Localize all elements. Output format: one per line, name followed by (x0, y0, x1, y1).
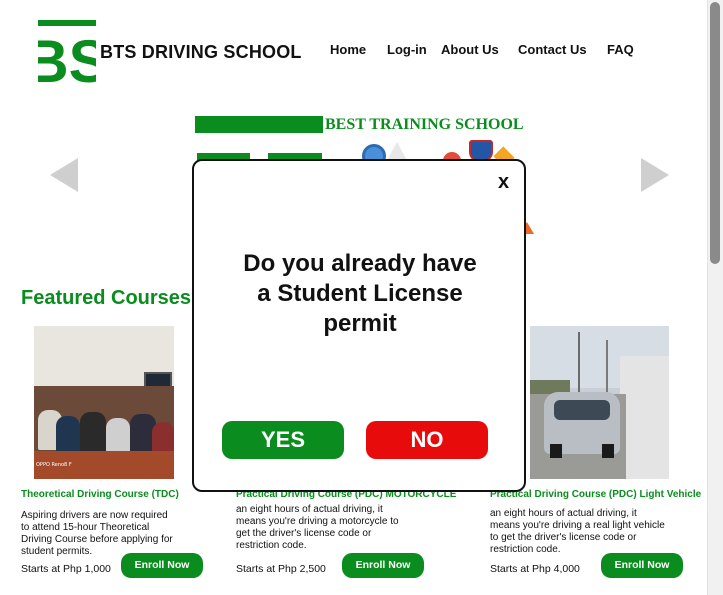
enroll-button-pdc-light-vehicle[interactable]: Enroll Now (601, 553, 683, 578)
course-price-tdc: Starts at Php 1,000 (21, 563, 111, 575)
arrow-left-icon[interactable] (50, 158, 78, 192)
course-title-pdc-light-vehicle: Practical Driving Course (PDC) Light Veh… (490, 489, 702, 500)
scrollbar-thumb[interactable] (710, 2, 720, 264)
enroll-button-pdc-motorcycle[interactable]: Enroll Now (342, 553, 424, 578)
nav-faq[interactable]: FAQ (607, 42, 634, 57)
nav-contact-us[interactable]: Contact Us (518, 42, 587, 57)
nav-login[interactable]: Log-in (387, 42, 427, 57)
course-photo-light-vehicle (530, 326, 669, 479)
enroll-button-tdc[interactable]: Enroll Now (121, 553, 203, 578)
course-photo-classroom: OPPO Reno8 F (34, 326, 174, 479)
nav-about-us[interactable]: About Us (441, 42, 499, 57)
featured-courses-title: Featured Courses (21, 287, 192, 309)
yes-button[interactable]: YES (222, 421, 344, 459)
logo-icon[interactable]: BS (38, 20, 96, 84)
banner-title: BEST TRAINING SCHOOL (325, 116, 524, 133)
nav-home[interactable]: Home (330, 42, 366, 57)
arrow-right-icon[interactable] (641, 158, 669, 192)
student-license-modal: x Do you already have a Student License … (192, 159, 526, 492)
banner-green-bar (195, 116, 323, 133)
modal-question: Do you already have a Student License pe… (243, 250, 477, 337)
brand-name: BTS DRIVING SCHOOL (100, 42, 302, 62)
course-desc-pdc-light-vehicle: an eight hours of actual driving, it mea… (490, 508, 665, 555)
course-price-pdc-motorcycle: Starts at Php 2,500 (236, 563, 326, 575)
course-title-tdc: Theoretical Driving Course (TDC) (21, 489, 179, 500)
course-desc-pdc-motorcycle: an eight hours of actual driving, it mea… (236, 504, 399, 551)
course-price-pdc-light-vehicle: Starts at Php 4,000 (490, 563, 580, 575)
no-button[interactable]: NO (366, 421, 488, 459)
course-desc-tdc: Aspiring drivers are now required to att… (21, 510, 173, 557)
logo-text: BS (38, 28, 96, 84)
close-icon[interactable]: x (498, 171, 509, 194)
photo-watermark: OPPO Reno8 F (36, 462, 72, 468)
